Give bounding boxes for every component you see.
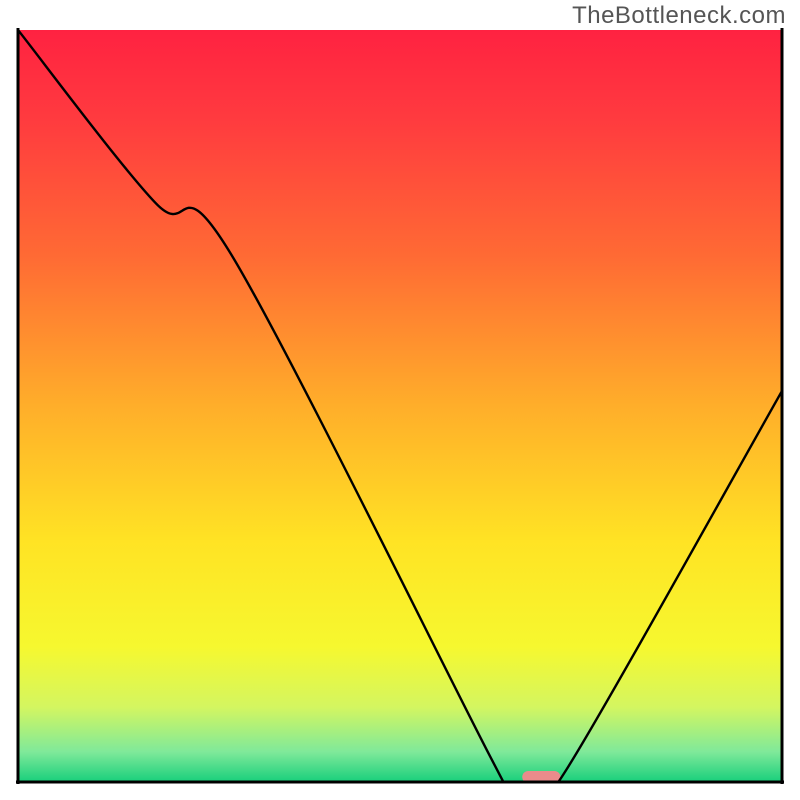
bottleneck-chart bbox=[0, 0, 800, 800]
plot-background bbox=[18, 30, 782, 782]
watermark-text: TheBottleneck.com bbox=[572, 2, 786, 30]
